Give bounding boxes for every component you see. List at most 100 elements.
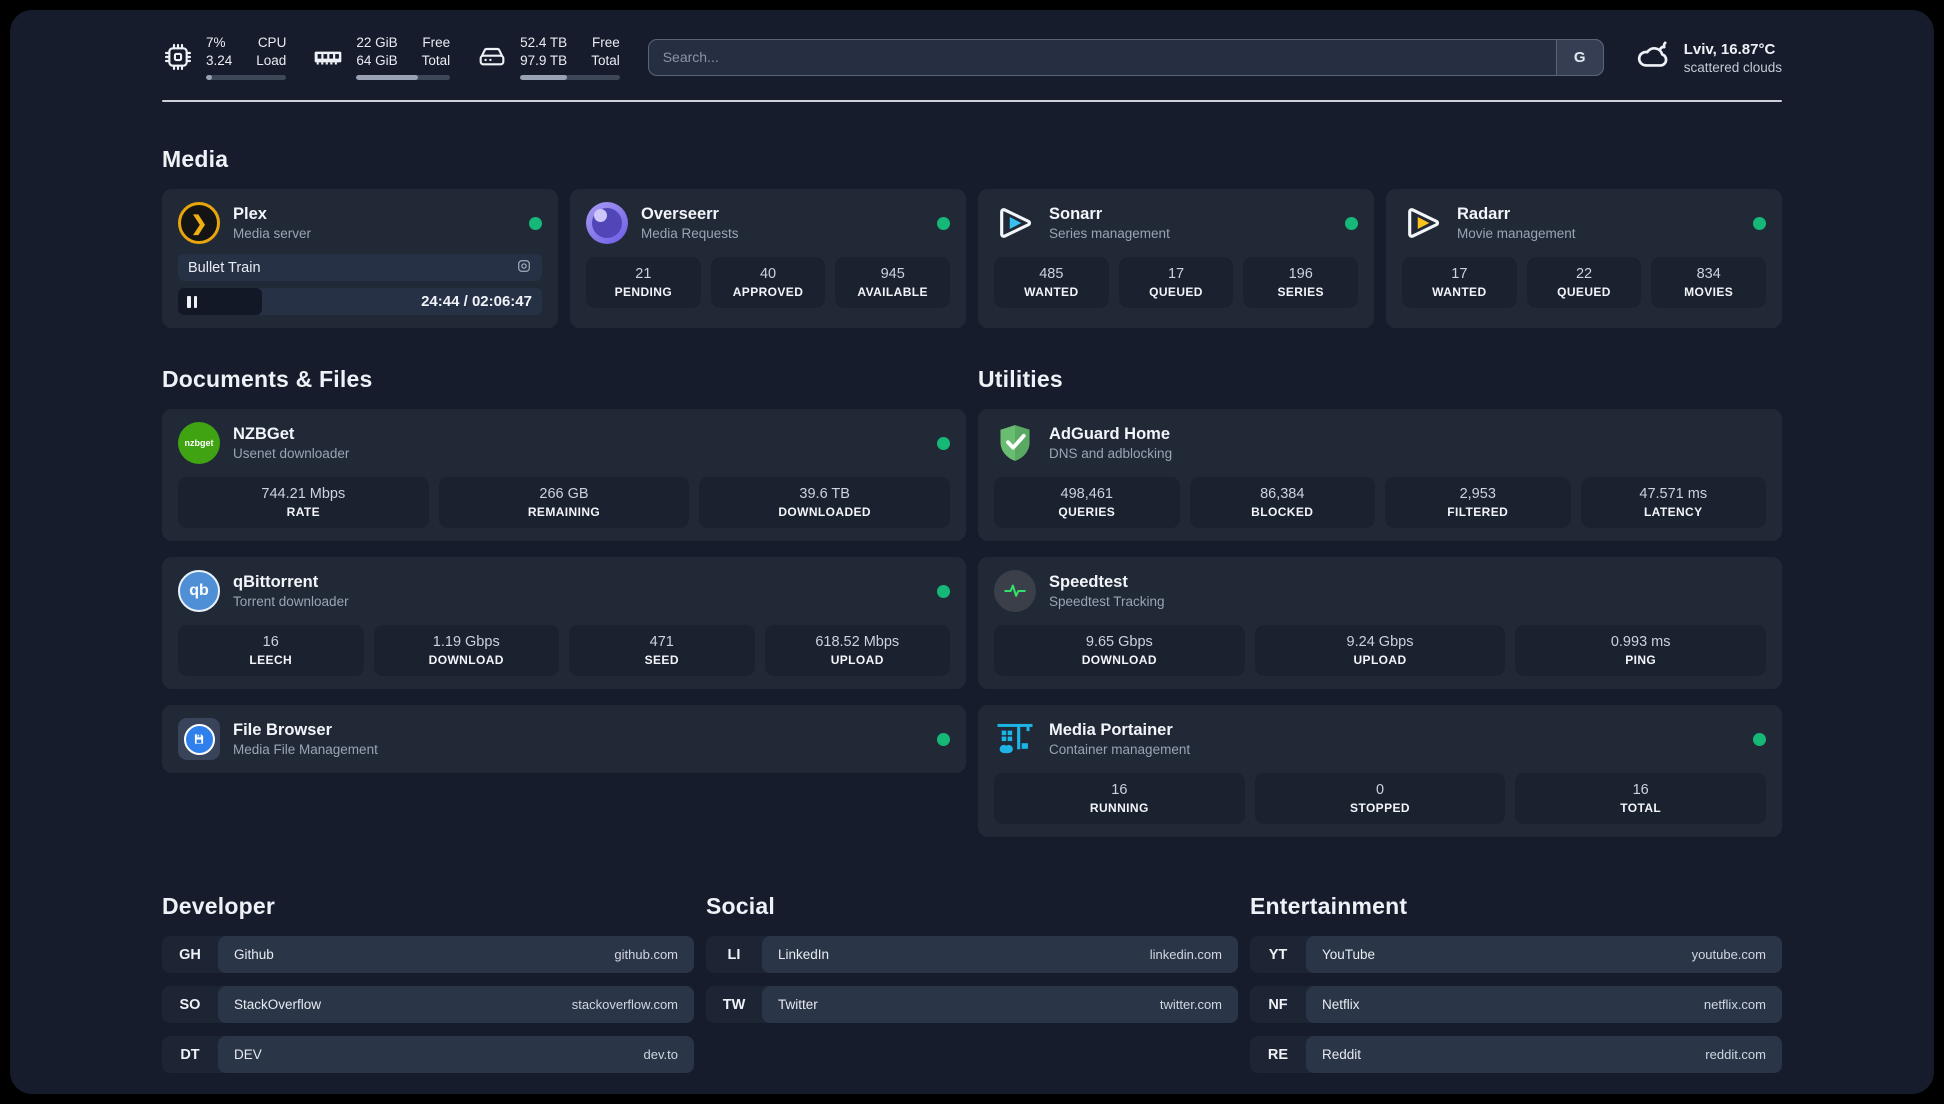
app-description: Media server [233,226,312,242]
status-dot [937,584,950,598]
nzbget-icon: nzbget [178,422,220,465]
status-dot [1753,216,1766,230]
stat-tile: 16 LEECH [178,625,364,677]
app-name: File Browser [233,721,333,740]
stat-tile: 40 APPROVED [710,257,826,309]
cpu-usage-value: 7% [206,35,226,50]
stat-tile: 47.571 ms LATENCY [1580,477,1766,529]
stat-tile: 2,953 FILTERED [1385,477,1571,529]
bookmark-youtube[interactable]: YT YouTube youtube.com [1250,936,1782,974]
ram-icon [312,41,344,73]
search-input[interactable] [647,38,1604,76]
app-description: Media Requests [641,226,739,242]
utilities-section: Utilities AdGuard Home DNS and adblockin… [978,366,1782,838]
stat-tile: 471 SEED [569,625,755,677]
stat-tile: 485 WANTED [994,257,1109,309]
storage-progress-bar [520,75,620,81]
cpu-widget: 7% 3.24 CPU Load [162,34,287,81]
stat-tile: 21 PENDING [586,257,701,309]
storage-total-label: Total [591,53,620,69]
overseerr-icon [586,202,628,245]
stat-tile: 9.24 Gbps UPLOAD [1254,625,1506,677]
bookmark-abbr: NF [1268,996,1288,1013]
filebrowser-icon [178,718,220,761]
app-description: Usenet downloader [233,446,350,462]
status-dot [937,732,950,746]
bookmark-stackoverflow[interactable]: SO StackOverflow stackoverflow.com [162,986,694,1024]
developer-section-title: Developer [162,893,276,920]
sonarr-card[interactable]: Sonarr Series management 485 WANTED 17 QUE… [978,189,1374,329]
stat-tile: 266 GB REMAINING [438,477,690,529]
playback-progress-bar[interactable]: 24:44 / 02:06:47 [178,288,542,316]
media-section-title: Media [162,146,229,173]
stat-tile: 0.993 ms PING [1515,625,1767,677]
storage-widget: 52.4 TB 97.9 TB Free Total [476,34,620,81]
app-name: Sonarr [1049,205,1103,224]
weather-condition: scattered clouds [1683,59,1782,75]
bookmark-linkedin[interactable]: LI LinkedIn linkedin.com [706,936,1238,974]
nzbget-card[interactable]: nzbget NZBGet Usenet downloader 744.21 M… [162,409,966,542]
bookmark-netflix[interactable]: NF Netflix netflix.com [1250,986,1782,1024]
app-description: Series management [1049,226,1170,242]
stat-tile: 945 AVAILABLE [835,257,951,309]
memory-widget: 22 GiB 64 GiB Free Total [312,34,451,81]
portainer-card[interactable]: Media Portainer Container management 16 R… [978,705,1782,838]
header-divider [162,100,1782,103]
qbittorrent-icon: qb [178,570,220,613]
adguard-icon [994,422,1036,464]
disk-icon [476,41,508,73]
radarr-card[interactable]: Radarr Movie management 17 WANTED 22 QUEUE… [1386,189,1782,329]
bookmark-abbr: LI [727,946,741,963]
cpu-label: CPU [257,35,287,50]
bookmark-reddit[interactable]: RE Reddit reddit.com [1250,1036,1782,1074]
plex-icon: ❯ [178,202,220,245]
bookmark-github[interactable]: GH Github github.com [162,936,694,974]
cpu-progress-bar [206,75,287,81]
now-playing-title: Bullet Train [188,259,261,276]
app-description: Movie management [1457,226,1576,242]
app-name: Media Portainer [1049,721,1173,740]
bookmark-abbr: GH [179,946,201,963]
bookmark-abbr: TW [722,996,746,1013]
bookmark-abbr: YT [1268,946,1288,963]
social-section-title: Social [706,893,775,920]
documents-section-title: Documents & Files [162,366,373,393]
stat-tile: 86,384 BLOCKED [1189,477,1375,529]
status-dot [529,216,542,230]
memory-total-value: 64 GiB [356,53,398,69]
filebrowser-card[interactable]: File Browser Media File Management [162,705,966,774]
stat-tile: 39.6 TB DOWNLOADED [699,477,951,529]
weather-widget: Lviv, 16.87°C scattered clouds [1634,36,1782,79]
app-name: AdGuard Home [1049,425,1171,444]
adguard-card[interactable]: AdGuard Home DNS and adblocking 498,461 Q… [978,409,1782,542]
stat-tile: 1.19 Gbps DOWNLOAD [373,625,559,677]
app-name: Speedtest [1049,573,1128,592]
cloud-icon [1634,36,1672,79]
app-name: qBittorrent [233,573,319,592]
bookmark-twitter[interactable]: TW Twitter twitter.com [706,986,1238,1024]
app-name: Radarr [1457,205,1511,224]
dashboard-frame: 7% 3.24 CPU Load 22 GiB 64 GiB Free Tota… [10,10,1934,1094]
stat-tile: 834 MOVIES [1651,257,1767,309]
app-description: Speedtest Tracking [1049,594,1165,610]
app-name: NZBGet [233,425,295,444]
pause-button[interactable] [187,288,197,315]
media-section: Media ❯ Plex Media server Bullet Train 2… [162,146,1782,329]
qbittorrent-card[interactable]: qb qBittorrent Torrent downloader 16 LEEC… [162,557,966,690]
stat-tile: 196 SERIES [1243,257,1359,309]
stat-tile: 16 TOTAL [1515,773,1767,825]
search-engine-button[interactable]: G [1555,38,1604,76]
app-description: Container management [1049,742,1191,758]
app-name: Plex [233,205,267,224]
speedtest-card[interactable]: Speedtest Speedtest Tracking 9.65 Gbps DO… [978,557,1782,690]
status-dot [937,436,950,450]
app-description: Media File Management [233,742,378,758]
bookmark-abbr: SO [179,996,201,1013]
search-bar: G [647,38,1604,76]
stat-tile: 618.52 Mbps UPLOAD [764,625,950,677]
overseerr-card[interactable]: Overseerr Media Requests 21 PENDING 40 APP… [570,189,966,329]
bookmark-dev[interactable]: DT DEV dev.to [162,1036,694,1074]
cast-icon [516,258,532,278]
stat-tile: 9.65 Gbps DOWNLOAD [994,625,1245,677]
plex-card[interactable]: ❯ Plex Media server Bullet Train 24:44 /… [162,189,558,329]
